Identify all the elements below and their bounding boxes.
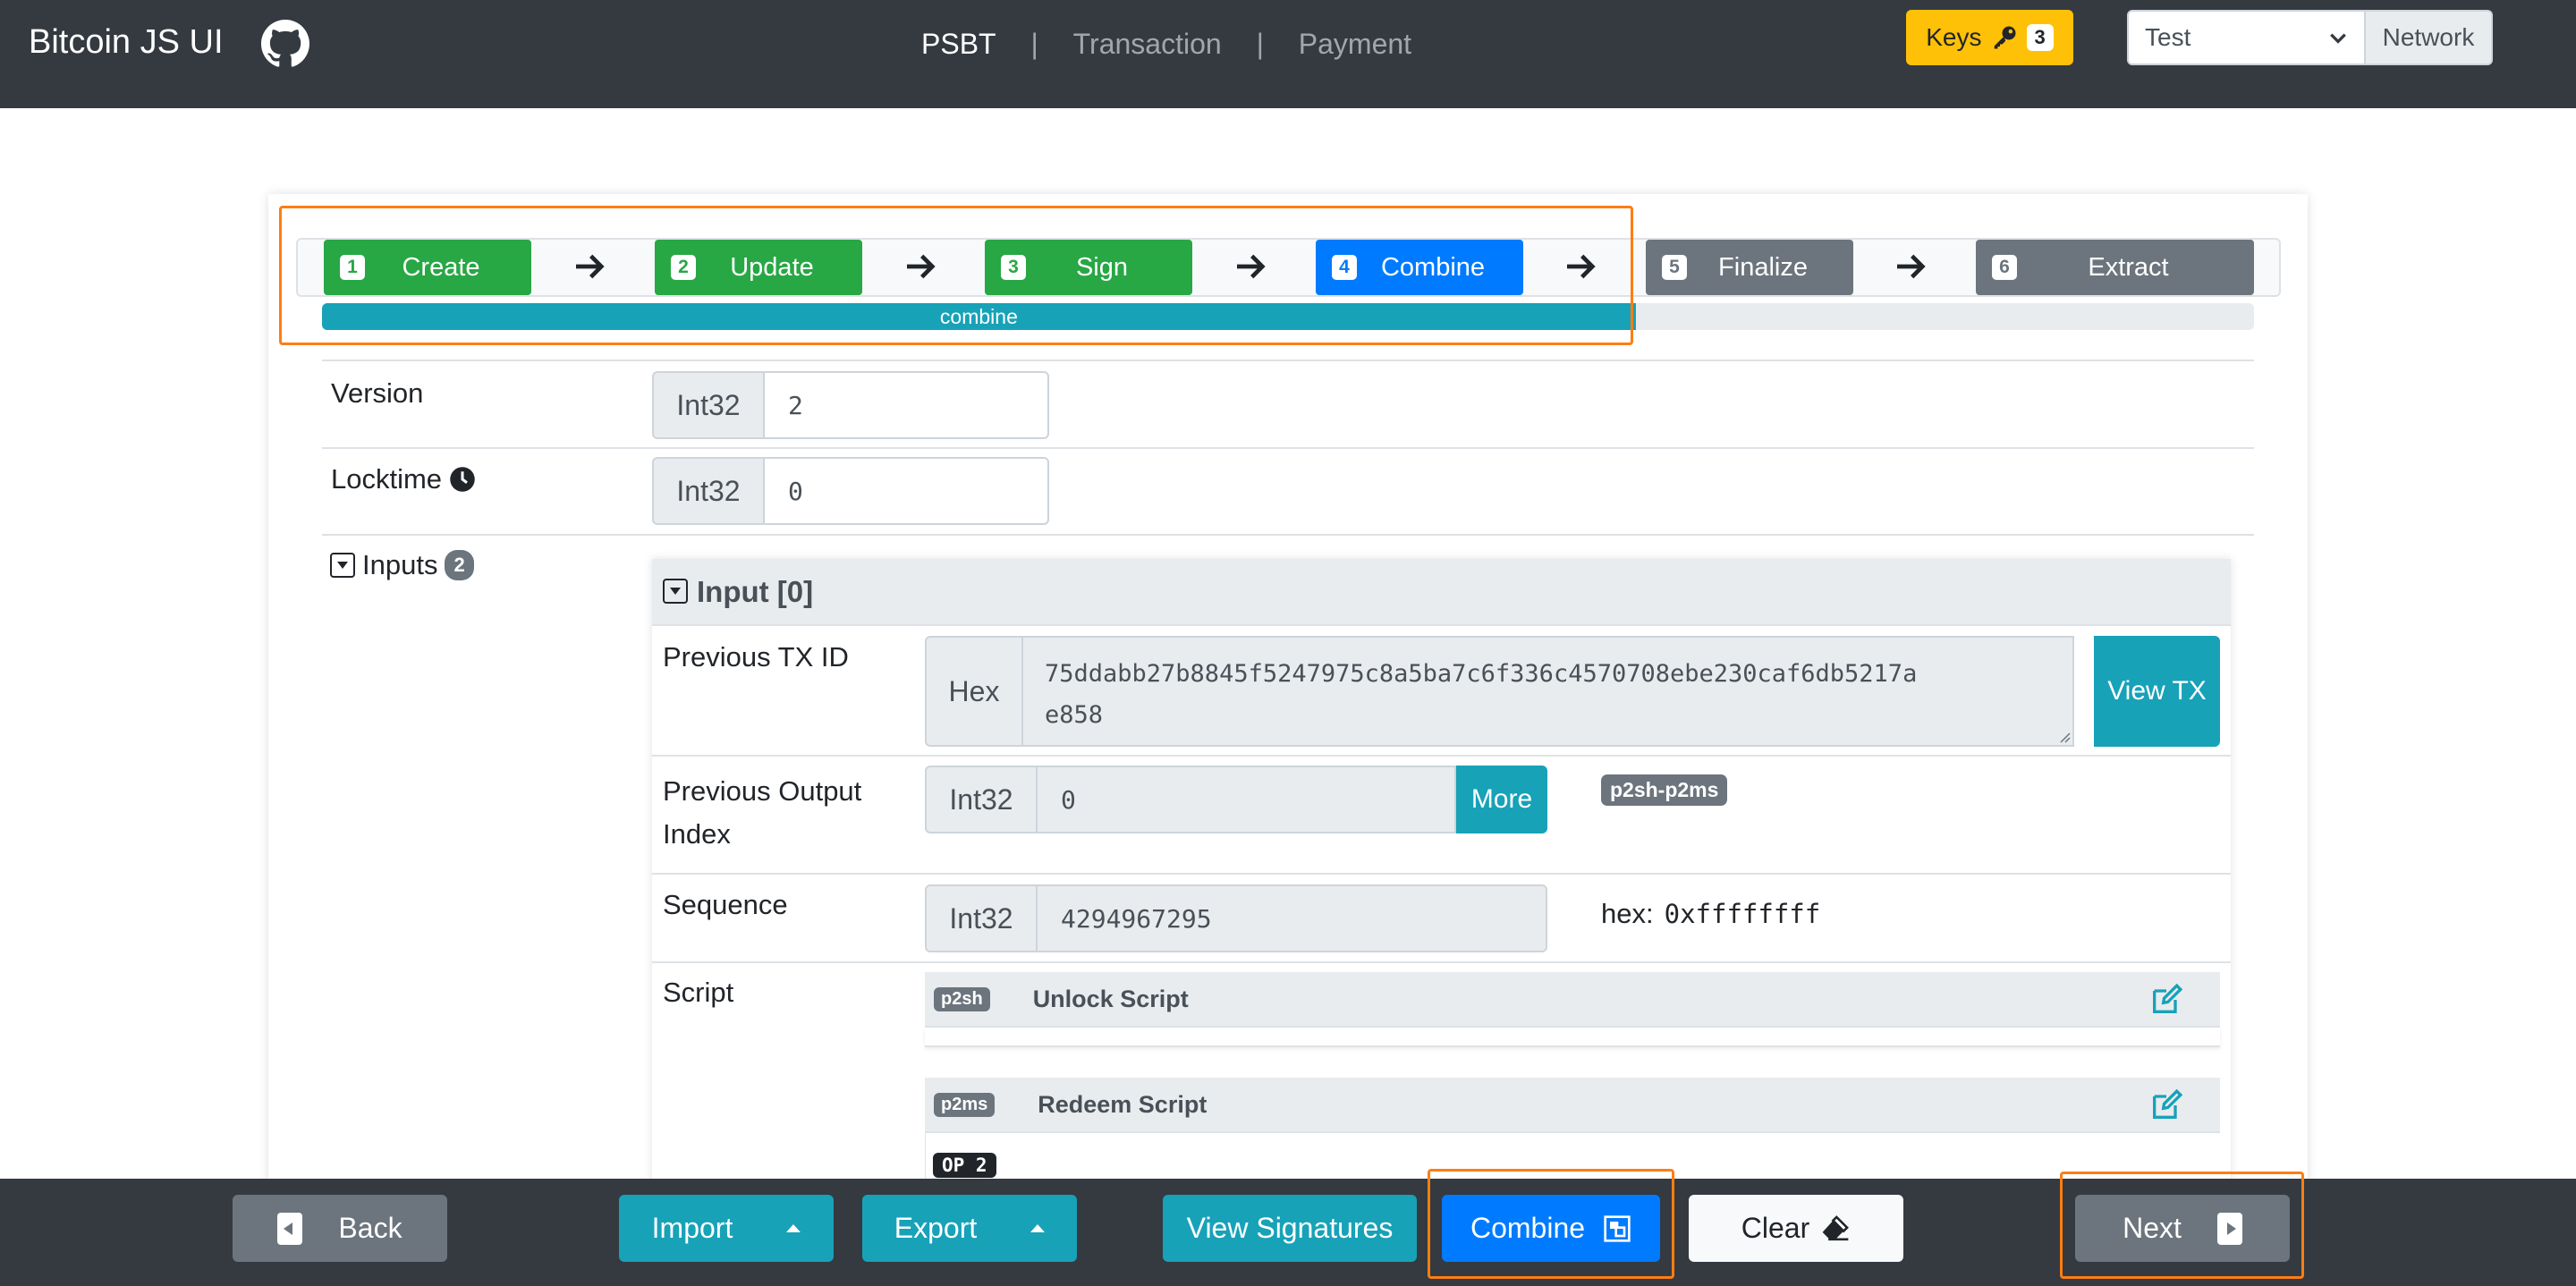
prev-index-label-line-2: Index [663, 818, 731, 850]
unlock-script-title: Unlock Script [1032, 985, 1189, 1012]
edit-icon[interactable] [2148, 1087, 2184, 1123]
nav-link-psbt[interactable]: PSBT [921, 28, 996, 61]
import-label: Import [651, 1212, 733, 1244]
unlock-script-body [925, 1028, 2220, 1047]
version-label: Version [331, 377, 424, 409]
inputs-label-wrap[interactable]: Inputs 2 [362, 549, 474, 581]
nav-separator: | [1030, 28, 1038, 60]
divider [652, 755, 2231, 757]
sequence-input[interactable]: 4294967295 [1038, 884, 1547, 952]
divider [322, 447, 2254, 449]
network-select[interactable]: Test [2127, 10, 2366, 65]
collapse-caret-icon[interactable] [330, 553, 355, 578]
export-label: Export [894, 1212, 978, 1244]
locktime-input-group: Int32 0 [652, 457, 1049, 525]
sequence-type: Int32 [925, 884, 1038, 952]
prev-txid-input-group: Hex 75ddabb27b8845f5247975c8a5ba7c6f336c… [925, 636, 2074, 747]
unlock-script-badge: p2sh [934, 986, 990, 1011]
input-0-title: Input [0] [697, 574, 814, 608]
sequence-input-group: Int32 4294967295 [925, 884, 1547, 952]
version-type: Int32 [652, 371, 765, 439]
prev-index-label: Previous Output Index [663, 770, 861, 856]
github-icon[interactable] [261, 20, 309, 68]
prev-txid-value-line-2: e858 [1045, 701, 1104, 729]
prev-index-input-group: Int32 0 [925, 766, 1456, 833]
back-button[interactable]: Back [233, 1195, 447, 1262]
stepper-highlight [279, 206, 1633, 345]
more-button[interactable]: More [1456, 766, 1547, 833]
prev-txid-value-line-1: 75ddabb27b8845f5247975c8a5ba7c6f336c4570… [1045, 660, 1918, 688]
step-extract[interactable]: 6 Extract [1976, 240, 2254, 295]
keys-label: Keys [1926, 23, 1982, 51]
divider [322, 360, 2254, 361]
locktime-label-wrap: Locktime [331, 463, 476, 495]
version-input-group: Int32 2 [652, 371, 1049, 439]
step-number: 6 [1992, 255, 2017, 280]
collapse-caret-icon[interactable] [663, 579, 688, 604]
network-label: Network [2366, 10, 2493, 65]
prev-txid-type: Hex [925, 636, 1023, 747]
locktime-input[interactable]: 0 [765, 457, 1049, 525]
redeem-script-title: Redeem Script [1038, 1090, 1208, 1118]
prev-index-label-line-1: Previous Output [663, 775, 862, 807]
step-number: 5 [1662, 255, 1687, 280]
sequence-hex-label: hex: [1601, 898, 1654, 929]
nav-link-payment[interactable]: Payment [1299, 28, 1411, 61]
sequence-hex-value: 0xffffffff [1664, 899, 1821, 929]
redeem-script-badge: p2ms [934, 1092, 996, 1117]
input-0-header[interactable]: Input [0] [652, 559, 2231, 624]
caret-up-icon [786, 1224, 801, 1232]
nav-link-transaction[interactable]: Transaction [1073, 28, 1222, 61]
sequence-hex: hex: 0xffffffff [1601, 898, 1820, 930]
chevron-left-icon [277, 1212, 303, 1245]
inputs-count-badge: 2 [445, 550, 474, 580]
back-label: Back [338, 1212, 402, 1244]
locktime-type: Int32 [652, 457, 765, 525]
eraser-icon [1822, 1214, 1850, 1240]
locktime-label: Locktime [331, 463, 443, 495]
clock-icon [450, 467, 475, 492]
script-label: Script [663, 977, 734, 1008]
view-signatures-button[interactable]: View Signatures [1163, 1195, 1417, 1262]
step-label: Extract [2088, 252, 2169, 282]
chevron-down-icon [2330, 33, 2346, 44]
prev-index-type: Int32 [925, 766, 1038, 833]
keys-button[interactable]: Keys 3 [1906, 10, 2073, 65]
export-button[interactable]: Export [862, 1195, 1077, 1262]
unlock-script-header[interactable]: p2sh Unlock Script [925, 972, 2220, 1028]
step-finalize[interactable]: 5 Finalize [1646, 240, 1853, 295]
prev-txid-label: Previous TX ID [663, 641, 849, 673]
inputs-label: Inputs [362, 549, 438, 580]
view-tx-button[interactable]: View TX [2094, 636, 2220, 747]
import-button[interactable]: Import [619, 1195, 834, 1262]
divider [652, 961, 2231, 963]
resize-handle-icon[interactable] [2056, 729, 2071, 743]
top-navbar: Bitcoin JS UI PSBT | Transaction | Payme… [0, 0, 2576, 108]
key-icon [1994, 26, 2015, 49]
prev-index-input[interactable]: 0 [1038, 766, 1456, 833]
divider [322, 534, 2254, 536]
opcode-badge[interactable]: OP 2 [933, 1153, 996, 1178]
sequence-label: Sequence [663, 889, 788, 920]
version-input[interactable]: 2 [765, 371, 1049, 439]
divider [652, 873, 2231, 875]
network-select-value: Test [2145, 23, 2191, 51]
clear-label: Clear [1741, 1212, 1810, 1244]
prev-txid-textarea[interactable]: 75ddabb27b8845f5247975c8a5ba7c6f336c4570… [1023, 636, 2074, 747]
arrow-right-icon [1897, 254, 1926, 279]
keys-count-badge: 3 [2026, 24, 2054, 51]
redeem-script-header[interactable]: p2ms Redeem Script [925, 1078, 2220, 1133]
divider [652, 624, 2231, 626]
brand-title[interactable]: Bitcoin JS UI [29, 23, 224, 62]
clear-button[interactable]: Clear [1689, 1195, 1903, 1262]
nav-links: PSBT | Transaction | Payment [921, 28, 1411, 61]
nav-separator: | [1256, 28, 1264, 60]
edit-icon[interactable] [2148, 982, 2184, 1018]
combine-highlight [1428, 1169, 1674, 1279]
next-highlight [2060, 1172, 2304, 1279]
script-type-badge: p2sh-p2ms [1601, 774, 1728, 806]
caret-up-icon [1030, 1224, 1046, 1232]
